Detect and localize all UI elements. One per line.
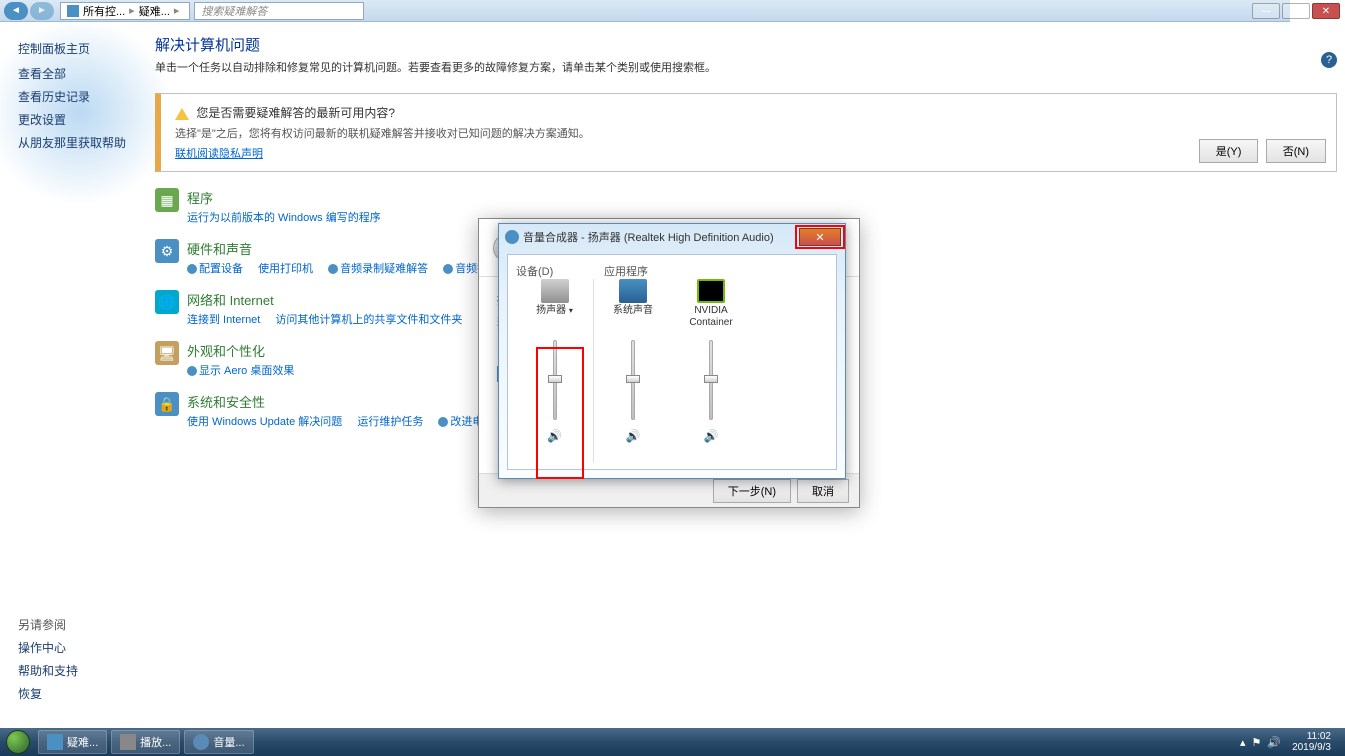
system-sounds-icon[interactable] <box>619 279 647 303</box>
mixer-col-label: NVIDIA Container <box>672 305 750 329</box>
window-close-button[interactable]: ✕ <box>1312 3 1340 19</box>
slider-thumb[interactable] <box>704 375 718 383</box>
taskbar: 疑难... 播放... 音量... ▴ ⚑ 🔊 11:02 2019/9/3 <box>0 728 1345 756</box>
hardware-icon: ⚙ <box>155 239 179 263</box>
device-section-label: 设备(D) <box>516 263 594 279</box>
link-aero[interactable]: 显示 Aero 桌面效果 <box>199 365 294 377</box>
speaker-device-icon[interactable] <box>541 279 569 303</box>
notice-box: 您是否需要疑难解答的最新可用内容? 选择"是"之后，您将有权访问最新的联机疑难解… <box>155 93 1337 172</box>
mute-toggle-system[interactable]: 🔊 <box>594 429 672 443</box>
sidebar-bottom-help[interactable]: 帮助和支持 <box>18 662 78 679</box>
address-toolbar: ◄ ► 所有控... ▸ 疑难... ▸ 搜索疑难解答 <box>0 0 1290 22</box>
sidebar-bottom-recovery[interactable]: 恢复 <box>18 685 78 702</box>
start-button[interactable] <box>0 728 36 756</box>
clock-time: 11:02 <box>1292 731 1331 742</box>
window-controls: — ▢ ✕ <box>1245 0 1345 22</box>
notice-yes-button[interactable]: 是(Y) <box>1199 139 1259 163</box>
mute-toggle-nvidia[interactable]: 🔊 <box>672 429 750 443</box>
notice-privacy-link[interactable]: 联机阅读隐私声明 <box>175 145 263 161</box>
dropdown-icon[interactable]: ▾ <box>569 306 573 315</box>
category-title[interactable]: 程序 <box>187 188 393 207</box>
link-windows-update[interactable]: 使用 Windows Update 解决问题 <box>187 416 342 428</box>
sidebar: 控制面板主页 查看全部 查看历史记录 更改设置 从朋友那里获取帮助 <box>18 40 138 157</box>
minimize-button[interactable]: — <box>1252 3 1280 19</box>
category-title[interactable]: 网络和 Internet <box>187 290 474 309</box>
task-icon <box>193 734 209 750</box>
mixer-col-speaker: 扬声器 ▾ 🔊 <box>516 279 594 463</box>
shield-icon <box>438 417 448 427</box>
sidebar-heading: 控制面板主页 <box>18 40 138 57</box>
volume-slider-system[interactable] <box>631 340 635 420</box>
slider-thumb[interactable] <box>548 375 562 383</box>
slider-thumb[interactable] <box>626 375 640 383</box>
maximize-button[interactable]: ▢ <box>1282 3 1310 19</box>
sidebar-link-history[interactable]: 查看历史记录 <box>18 88 138 105</box>
taskbar-item-troubleshoot[interactable]: 疑难... <box>38 730 107 754</box>
volume-slider-nvidia[interactable] <box>709 340 713 420</box>
shield-icon <box>187 366 197 376</box>
mixer-col-system: 系统声音 🔊 <box>594 279 672 463</box>
link-configure-device[interactable]: 配置设备 <box>199 263 243 275</box>
mute-toggle-speaker[interactable]: 🔊 <box>516 429 593 443</box>
mixer-col-nvidia: NVIDIA Container 🔊 <box>672 279 750 463</box>
mixer-app-icon <box>505 230 519 244</box>
taskbar-item-playback[interactable]: 播放... <box>111 730 180 754</box>
mixer-col-label: 系统声音 <box>594 305 672 329</box>
search-input[interactable]: 搜索疑难解答 <box>194 2 364 20</box>
volume-slider-speaker[interactable] <box>553 340 557 420</box>
see-also-heading: 另请参阅 <box>18 616 78 633</box>
warning-icon <box>175 108 189 120</box>
apps-section-label: 应用程序 <box>604 263 648 279</box>
page-title: 解决计算机问题 <box>155 34 1337 55</box>
wizard-next-button[interactable]: 下一步(N) <box>713 479 791 503</box>
mixer-title-text: 音量合成器 - 扬声器 (Realtek High Definition Aud… <box>523 229 774 245</box>
link-connect-internet[interactable]: 连接到 Internet <box>187 314 260 326</box>
notice-title: 您是否需要疑难解答的最新可用内容? <box>196 106 395 120</box>
clock-date: 2019/9/3 <box>1292 742 1331 753</box>
shield-icon <box>443 264 453 274</box>
link-maintenance[interactable]: 运行维护任务 <box>357 416 423 428</box>
tray-volume-icon[interactable]: 🔊 <box>1267 736 1281 749</box>
notice-no-button[interactable]: 否(N) <box>1266 139 1326 163</box>
mixer-col-label: 扬声器 <box>536 305 566 316</box>
system-tray: ▴ ⚑ 🔊 11:02 2019/9/3 <box>1237 731 1345 753</box>
taskbar-item-volume[interactable]: 音量... <box>184 730 253 754</box>
link-use-printer[interactable]: 使用打印机 <box>258 263 313 275</box>
tray-expand-icon[interactable]: ▴ <box>1240 736 1246 749</box>
sidebar-link-view-all[interactable]: 查看全部 <box>18 65 138 82</box>
sidebar-bottom: 另请参阅 操作中心 帮助和支持 恢复 <box>18 616 78 708</box>
notice-desc: 选择"是"之后，您将有权访问最新的联机疑难解答并接收对已知问题的解决方案通知。 <box>175 125 1322 141</box>
link-run-old-programs[interactable]: 运行为以前版本的 Windows 编写的程序 <box>187 212 381 224</box>
shield-icon <box>328 264 338 274</box>
breadcrumb-seg2: 疑难... <box>139 3 170 19</box>
network-icon: 🌐 <box>155 290 179 314</box>
system-icon: 🔒 <box>155 392 179 416</box>
taskbar-clock[interactable]: 11:02 2019/9/3 <box>1292 731 1331 753</box>
programs-icon: ▦ <box>155 188 179 212</box>
page-desc: 单击一个任务以自动排除和修复常见的计算机问题。若要查看更多的故障修复方案，请单击… <box>155 59 1337 75</box>
volume-mixer-dialog: 音量合成器 - 扬声器 (Realtek High Definition Aud… <box>498 223 846 479</box>
appearance-icon: 🖥 <box>155 341 179 365</box>
mixer-close-button[interactable]: ✕ <box>799 228 841 246</box>
wizard-cancel-button[interactable]: 取消 <box>797 479 849 503</box>
link-audio-record[interactable]: 音频录制疑难解答 <box>340 263 428 275</box>
mixer-body: 设备(D) 应用程序 扬声器 ▾ 🔊 系统声音 🔊 <box>507 254 837 470</box>
task-icon <box>47 734 63 750</box>
sidebar-bottom-action-center[interactable]: 操作中心 <box>18 639 78 656</box>
nvidia-app-icon[interactable] <box>697 279 725 303</box>
sidebar-link-settings[interactable]: 更改设置 <box>18 111 138 128</box>
category-title[interactable]: 外观和个性化 <box>187 341 306 360</box>
shield-icon <box>187 264 197 274</box>
link-shared-files[interactable]: 访问其他计算机上的共享文件和文件夹 <box>275 314 462 326</box>
mixer-titlebar[interactable]: 音量合成器 - 扬声器 (Realtek High Definition Aud… <box>499 224 845 250</box>
sidebar-link-friend-help[interactable]: 从朋友那里获取帮助 <box>18 134 138 151</box>
tray-flag-icon[interactable]: ⚑ <box>1251 736 1261 749</box>
task-icon <box>120 734 136 750</box>
